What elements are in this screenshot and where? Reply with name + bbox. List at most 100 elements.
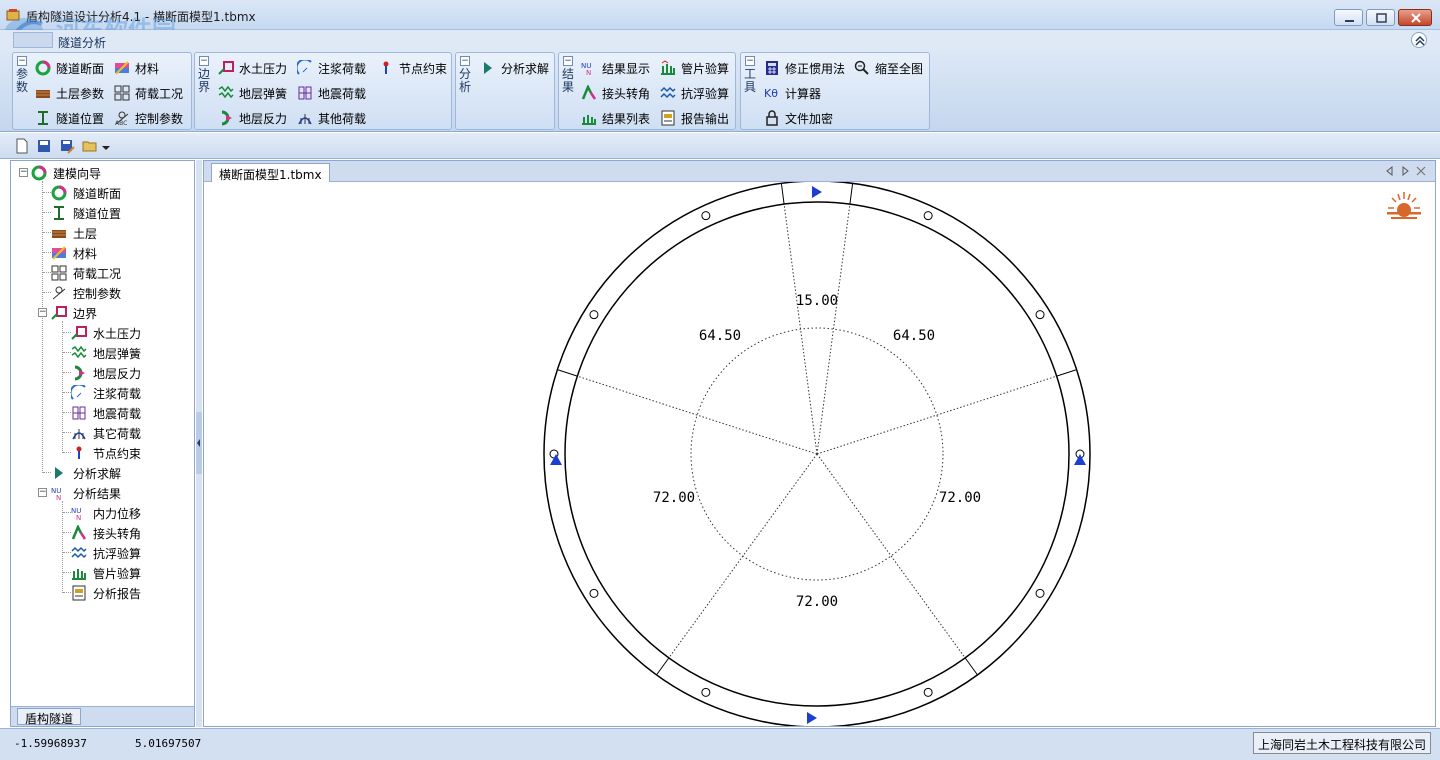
solve-button[interactable]: 分析求解 — [480, 57, 549, 79]
open-folder-icon[interactable] — [82, 138, 98, 154]
result-list-button[interactable]: 结果列表 — [581, 107, 650, 129]
bolt-hole — [589, 588, 599, 598]
solve-icon — [55, 467, 63, 479]
tree-item-solve[interactable]: 分析求解 — [51, 463, 121, 483]
tree-item-seismic-load[interactable]: 地震荷载 — [71, 403, 141, 423]
tree-item-segment-check[interactable]: 管片验算 — [71, 563, 141, 583]
tab-close-icon[interactable] — [1415, 164, 1427, 178]
tree-item-load-case[interactable]: 荷载工况 — [51, 263, 121, 283]
sun-logo-icon — [1387, 192, 1421, 219]
toolbar-dropdown-icon[interactable] — [100, 138, 112, 154]
tree-item-node-constraint[interactable]: 节点约束 — [71, 443, 141, 463]
tunnel-position-button[interactable]: 隧道位置 — [35, 107, 104, 129]
maximize-button[interactable] — [1366, 9, 1395, 26]
tab-scroll-right-icon[interactable] — [1399, 164, 1411, 178]
seismic-load-button[interactable]: 地震荷载 — [297, 82, 366, 104]
segment-check-button[interactable]: 管片验算 — [660, 57, 729, 79]
material-icon — [115, 61, 129, 75]
modified-routine-method-button[interactable]: 修正惯用法 — [764, 57, 845, 79]
ground-reaction-button[interactable]: 地层反力 — [218, 107, 287, 129]
group-caption-params: − 参数 — [15, 56, 28, 94]
other-load-button[interactable]: 其他荷载 — [297, 107, 366, 129]
quick-access-toolbar — [0, 133, 1440, 159]
right-support-marker-icon — [1074, 454, 1086, 465]
grouting-load-button[interactable]: 注浆荷载 — [297, 57, 366, 79]
ground-spring-icon — [71, 345, 87, 359]
group-caption-boundary: − 边界 — [197, 56, 210, 94]
tree-root-expander[interactable]: − — [19, 168, 28, 177]
segment-joint-lines — [577, 204, 1057, 659]
control-params-button[interactable]: ABC 控制参数 — [114, 107, 183, 129]
result-display-button[interactable]: NU N 结果显示 — [581, 57, 650, 79]
segment-joint-mark — [780, 183, 785, 205]
tree-item-analysis-report[interactable]: 分析报告 — [71, 583, 141, 603]
calculator-grid-icon — [766, 61, 778, 75]
tree-item-water-soil-pressure[interactable]: 水土压力 — [71, 323, 141, 343]
file-encrypt-button[interactable]: 文件加密 — [764, 107, 833, 129]
segment-check-icon — [661, 60, 675, 75]
ground-spring-button[interactable]: 地层弹簧 — [218, 82, 287, 104]
bolt-hole — [589, 310, 599, 320]
result-display-icon: NUN — [51, 487, 61, 501]
report-output-button[interactable]: 报告输出 — [660, 107, 729, 129]
tunnel-section-icon — [31, 165, 47, 181]
model-tree: − 建模向导 隧道断面 隧道位置 土层 材料 荷载工况 控制参数 − 边界 水土… — [11, 161, 194, 706]
tab-scroll-left-icon[interactable] — [1384, 164, 1396, 178]
anti-float-button[interactable]: 抗浮验算 — [660, 82, 729, 104]
tree-item-boundary[interactable]: 边界 — [51, 303, 97, 323]
ribbon: − 参数 隧道断面 材料 土层参数 荷载工况 隧道位置 ABC 控制参数 − 边界 — [0, 50, 1440, 132]
tree-item-joint-rotation[interactable]: 接头转角 — [71, 523, 141, 543]
tree-item-grouting-load[interactable]: 注浆荷载 — [71, 383, 141, 403]
save-icon[interactable] — [36, 138, 52, 154]
tree-item-tunnel-section[interactable]: 隧道断面 — [51, 183, 121, 203]
tree-results-expander[interactable]: − — [38, 488, 47, 497]
k-theta-icon: Kθ — [764, 87, 778, 100]
zoom-fit-button[interactable]: 缩至全图 — [854, 57, 923, 79]
tree-item-soil-layer[interactable]: 土层 — [51, 223, 97, 243]
joint-radial-line — [816, 453, 966, 659]
tree-item-ground-reaction[interactable]: 地层反力 — [71, 363, 141, 383]
ribbon-collapse-button[interactable] — [1411, 32, 1427, 48]
cross-section-canvas[interactable]: 15.00 64.50 64.50 72.00 72.00 72.00 — [204, 182, 1435, 726]
ribbon-tab-tunnel-analysis[interactable]: 隧道分析 — [58, 34, 106, 51]
material-button[interactable]: 材料 — [114, 57, 159, 79]
svg-text:N: N — [76, 514, 81, 521]
anti-float-icon — [71, 546, 87, 559]
angle-label-upper-left: 64.50 — [699, 328, 741, 344]
tree-item-tunnel-position[interactable]: 隧道位置 — [51, 203, 121, 223]
save-as-icon[interactable] — [59, 138, 75, 154]
tree-item-control-params[interactable]: 控制参数 — [51, 283, 121, 303]
report-output-icon — [661, 110, 675, 126]
close-button[interactable] — [1398, 9, 1432, 26]
svg-text:N: N — [56, 494, 61, 501]
tree-item-other-load[interactable]: 其它荷载 — [71, 423, 141, 443]
tree-boundary-expander[interactable]: − — [38, 308, 47, 317]
zoom-fit-icon — [854, 60, 869, 75]
tree-item-modeling-wizard[interactable]: 建模向导 — [31, 163, 101, 183]
tree-item-analysis-results[interactable]: NU N 分析结果 — [51, 483, 121, 503]
tree-item-material[interactable]: 材料 — [51, 243, 97, 263]
tab-cross-section-model[interactable]: 横断面模型1.tbmx — [211, 163, 330, 182]
soil-params-button[interactable]: 土层参数 — [35, 82, 104, 104]
anti-float-icon — [660, 86, 676, 99]
calculator-button[interactable]: Kθ 计算器 — [764, 82, 821, 104]
group-caption-analysis: − 分析 — [458, 56, 471, 94]
minimize-button[interactable] — [1334, 9, 1363, 26]
company-name: 上海同岩土木工程科技有限公司 — [1253, 732, 1432, 754]
joint-rotation-button[interactable]: 接头转角 — [581, 82, 650, 104]
water-soil-pressure-button[interactable]: 水土压力 — [218, 57, 287, 79]
bolt-hole — [1035, 310, 1045, 320]
application-menu-button[interactable] — [13, 32, 53, 48]
bolt-hole — [923, 687, 933, 697]
splitter-collapse-button[interactable] — [196, 412, 202, 474]
node-constraint-button[interactable]: 节点约束 — [378, 57, 447, 79]
tree-item-internal-force[interactable]: NU N 内力位移 — [71, 503, 141, 523]
tab-shield-tunnel[interactable]: 盾构隧道 — [17, 708, 82, 726]
tunnel-section-button[interactable]: 隧道断面 — [35, 57, 104, 79]
new-file-icon[interactable] — [14, 138, 30, 154]
segment-joint-mark — [849, 183, 854, 205]
app-icon — [6, 9, 20, 21]
tree-item-anti-float[interactable]: 抗浮验算 — [71, 543, 141, 563]
tree-item-ground-spring[interactable]: 地层弹簧 — [71, 343, 141, 363]
load-case-button[interactable]: 荷载工况 — [114, 82, 183, 104]
